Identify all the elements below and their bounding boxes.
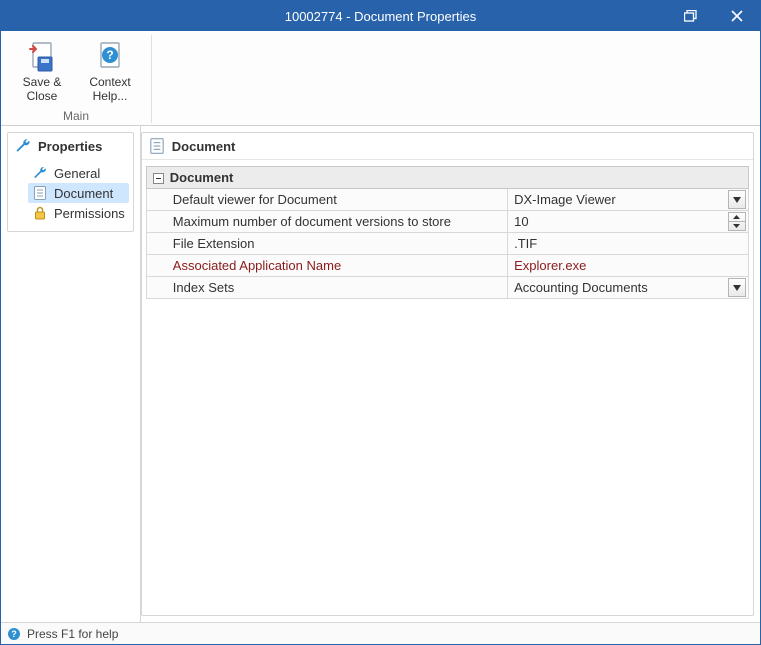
- property-value-text: 10: [514, 214, 528, 229]
- property-row: Associated Application Name Explorer.exe: [146, 255, 748, 277]
- lock-icon: [32, 205, 48, 221]
- property-name: File Extension: [146, 233, 507, 255]
- window-title: 10002774 - Document Properties: [285, 9, 477, 24]
- dropdown-button[interactable]: [728, 190, 746, 209]
- body: Properties General Document: [1, 126, 760, 622]
- spinner-up[interactable]: [729, 213, 745, 222]
- help-icon: ?: [7, 627, 21, 641]
- property-value[interactable]: 10: [508, 211, 749, 233]
- svg-text:?: ?: [11, 629, 17, 639]
- property-value[interactable]: Explorer.exe: [508, 255, 749, 277]
- spinner-down[interactable]: [729, 222, 745, 231]
- titlebar-actions: [668, 1, 760, 31]
- property-name: Associated Application Name: [146, 255, 507, 277]
- property-row: File Extension .TIF: [146, 233, 748, 255]
- property-grid-title: Document: [172, 139, 236, 154]
- sidebar-item-document[interactable]: Document: [28, 183, 129, 203]
- wrench-icon: [32, 165, 48, 181]
- sidebar-item-label: Permissions: [54, 206, 125, 221]
- ribbon-group-caption: Main: [63, 109, 89, 123]
- ribbon-group-main: Save & Close ? Context Help... Main: [7, 35, 152, 123]
- wrench-icon: [14, 137, 32, 155]
- property-value-text: Explorer.exe: [514, 258, 586, 273]
- titlebar: 10002774 - Document Properties: [1, 1, 760, 31]
- close-icon: [731, 10, 743, 22]
- save-close-icon: [26, 41, 58, 73]
- sidebar-item-label: Document: [54, 186, 113, 201]
- property-value[interactable]: Accounting Documents: [508, 277, 749, 299]
- property-grid: Document Default viewer for Document DX-Im…: [142, 160, 753, 615]
- save-close-label: Save & Close: [23, 75, 62, 103]
- context-help-label: Context Help...: [89, 75, 130, 103]
- properties-tree: General Document Permissions: [8, 159, 133, 231]
- chevron-up-icon: [733, 215, 740, 219]
- document-icon: [32, 185, 48, 201]
- help-icon: ?: [94, 41, 126, 73]
- property-grid-panel: Document Document Default viewer for Docu…: [141, 132, 754, 616]
- main: Document Document Default viewer for Docu…: [141, 126, 760, 622]
- svg-text:?: ?: [106, 48, 113, 62]
- property-value[interactable]: .TIF: [508, 233, 749, 255]
- window: 10002774 - Document Properties: [0, 0, 761, 645]
- property-name: Index Sets: [146, 277, 507, 299]
- property-name: Maximum number of document versions to s…: [146, 211, 507, 233]
- property-value-text: Accounting Documents: [514, 280, 648, 295]
- restore-button[interactable]: [668, 1, 714, 31]
- properties-header: Properties: [8, 133, 133, 159]
- property-value-text: DX-Image Viewer: [514, 192, 616, 207]
- restore-icon: [684, 10, 698, 22]
- property-row: Maximum number of document versions to s…: [146, 211, 748, 233]
- ribbon: Save & Close ? Context Help... Main: [1, 31, 760, 126]
- property-category-label: Document: [170, 170, 234, 185]
- chevron-down-icon: [733, 197, 741, 203]
- spinner-buttons[interactable]: [728, 212, 746, 231]
- properties-header-label: Properties: [38, 139, 102, 154]
- property-row: Default viewer for Document DX-Image View…: [146, 189, 748, 211]
- property-category-row[interactable]: Document: [146, 167, 748, 189]
- sidebar-item-permissions[interactable]: Permissions: [28, 203, 129, 223]
- sidebar-item-general[interactable]: General: [28, 163, 129, 183]
- chevron-down-icon: [733, 285, 741, 291]
- property-grid-header: Document: [142, 133, 753, 160]
- save-close-button[interactable]: Save & Close: [12, 36, 72, 106]
- document-icon: [148, 137, 166, 155]
- chevron-down-icon: [733, 224, 740, 228]
- sidebar: Properties General Document: [1, 126, 141, 622]
- property-row: Index Sets Accounting Documents: [146, 277, 748, 299]
- property-name: Default viewer for Document: [146, 189, 507, 211]
- sidebar-item-label: General: [54, 166, 100, 181]
- context-help-button[interactable]: ? Context Help...: [80, 36, 140, 106]
- statusbar: ? Press F1 for help: [1, 622, 760, 644]
- collapse-toggle-icon[interactable]: [153, 173, 164, 184]
- property-value-text: .TIF: [514, 236, 537, 251]
- property-value[interactable]: DX-Image Viewer: [508, 189, 749, 211]
- status-hint: Press F1 for help: [27, 627, 118, 641]
- dropdown-button[interactable]: [728, 278, 746, 297]
- close-button[interactable]: [714, 1, 760, 31]
- properties-panel: Properties General Document: [7, 132, 134, 232]
